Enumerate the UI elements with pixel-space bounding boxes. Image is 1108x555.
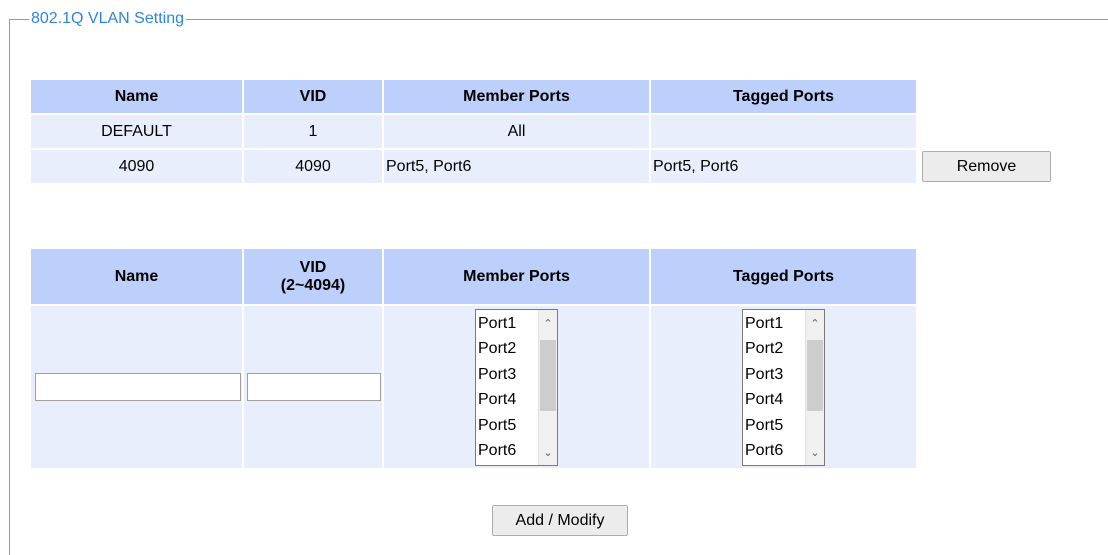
form-header-name: Name <box>31 249 242 304</box>
name-input-cell <box>31 306 242 468</box>
list-item[interactable]: Port3 <box>745 362 805 388</box>
remove-button[interactable]: Remove <box>922 151 1051 182</box>
list-item[interactable]: Port1 <box>745 311 805 337</box>
list-item[interactable]: Port1 <box>478 311 538 337</box>
cell-tagged-ports <box>651 115 916 148</box>
fieldset-legend: 802.1Q VLAN Setting <box>29 9 186 29</box>
scrollbar-thumb[interactable] <box>807 339 823 411</box>
name-input[interactable] <box>35 373 241 401</box>
vid-input[interactable] <box>247 373 381 401</box>
chevron-up-icon[interactable]: ⌃ <box>539 314 557 334</box>
vlan-list-table: Name VID Member Ports Tagged Ports DEFAU… <box>29 78 1053 185</box>
form-header-tagged-ports: Tagged Ports <box>651 249 916 304</box>
member-ports-scrollbar[interactable]: ⌃ ⌄ <box>538 309 557 465</box>
vlan-list-header-row: Name VID Member Ports Tagged Ports <box>31 80 1051 113</box>
header-tagged-ports: Tagged Ports <box>651 80 916 113</box>
table-row: DEFAULT 1 All <box>31 115 1051 148</box>
cell-member-ports: All <box>384 115 649 148</box>
list-item[interactable]: Port4 <box>745 387 805 413</box>
form-header-vid: VID (2~4094) <box>244 249 382 304</box>
scrollbar-thumb[interactable] <box>540 339 556 411</box>
form-header-vid-label: VID <box>299 258 327 276</box>
chevron-down-icon[interactable]: ⌄ <box>539 443 557 463</box>
vlan-form-input-row: Port1 Port2 Port3 Port4 Port5 Port6 ⌃ ⌄ … <box>31 306 916 468</box>
cell-vid: 1 <box>244 115 382 148</box>
cell-name: DEFAULT <box>31 115 242 148</box>
list-item[interactable]: Port6 <box>745 438 805 464</box>
chevron-up-icon[interactable]: ⌃ <box>806 314 824 334</box>
cell-actions: Remove <box>918 150 1051 183</box>
tagged-ports-scrollbar[interactable]: ⌃ ⌄ <box>805 309 824 465</box>
list-item[interactable]: Port2 <box>478 336 538 362</box>
form-header-vid-range: (2~4094) <box>280 276 346 294</box>
chevron-down-icon[interactable]: ⌄ <box>806 443 824 463</box>
fieldset-border-left <box>9 19 10 555</box>
vlan-form-table: Name VID (2~4094) Member Ports Tagged Po… <box>29 247 918 470</box>
add-modify-button[interactable]: Add / Modify <box>492 505 628 536</box>
header-vid: VID <box>244 80 382 113</box>
header-member-ports: Member Ports <box>384 80 649 113</box>
form-header-member-ports: Member Ports <box>384 249 649 304</box>
tagged-ports-cell: Port1 Port2 Port3 Port4 Port5 Port6 ⌃ ⌄ <box>651 306 916 468</box>
cell-member-ports: Port5, Port6 <box>384 150 649 183</box>
cell-name: 4090 <box>31 150 242 183</box>
cell-vid: 4090 <box>244 150 382 183</box>
tagged-ports-listbox[interactable]: Port1 Port2 Port3 Port4 Port5 Port6 ⌃ ⌄ <box>742 308 825 466</box>
member-ports-cell: Port1 Port2 Port3 Port4 Port5 Port6 ⌃ ⌄ <box>384 306 649 468</box>
list-item[interactable]: Port5 <box>745 413 805 439</box>
table-row: 4090 4090 Port5, Port6 Port5, Port6 Remo… <box>31 150 1051 183</box>
list-item[interactable]: Port2 <box>745 336 805 362</box>
list-item[interactable]: Port6 <box>478 438 538 464</box>
vlan-form-header-row: Name VID (2~4094) Member Ports Tagged Po… <box>31 249 916 304</box>
header-name: Name <box>31 80 242 113</box>
vid-input-cell <box>244 306 382 468</box>
list-item[interactable]: Port3 <box>478 362 538 388</box>
cell-tagged-ports: Port5, Port6 <box>651 150 916 183</box>
list-item[interactable]: Port5 <box>478 413 538 439</box>
list-item[interactable]: Port4 <box>478 387 538 413</box>
member-ports-listbox[interactable]: Port1 Port2 Port3 Port4 Port5 Port6 ⌃ ⌄ <box>475 308 558 466</box>
